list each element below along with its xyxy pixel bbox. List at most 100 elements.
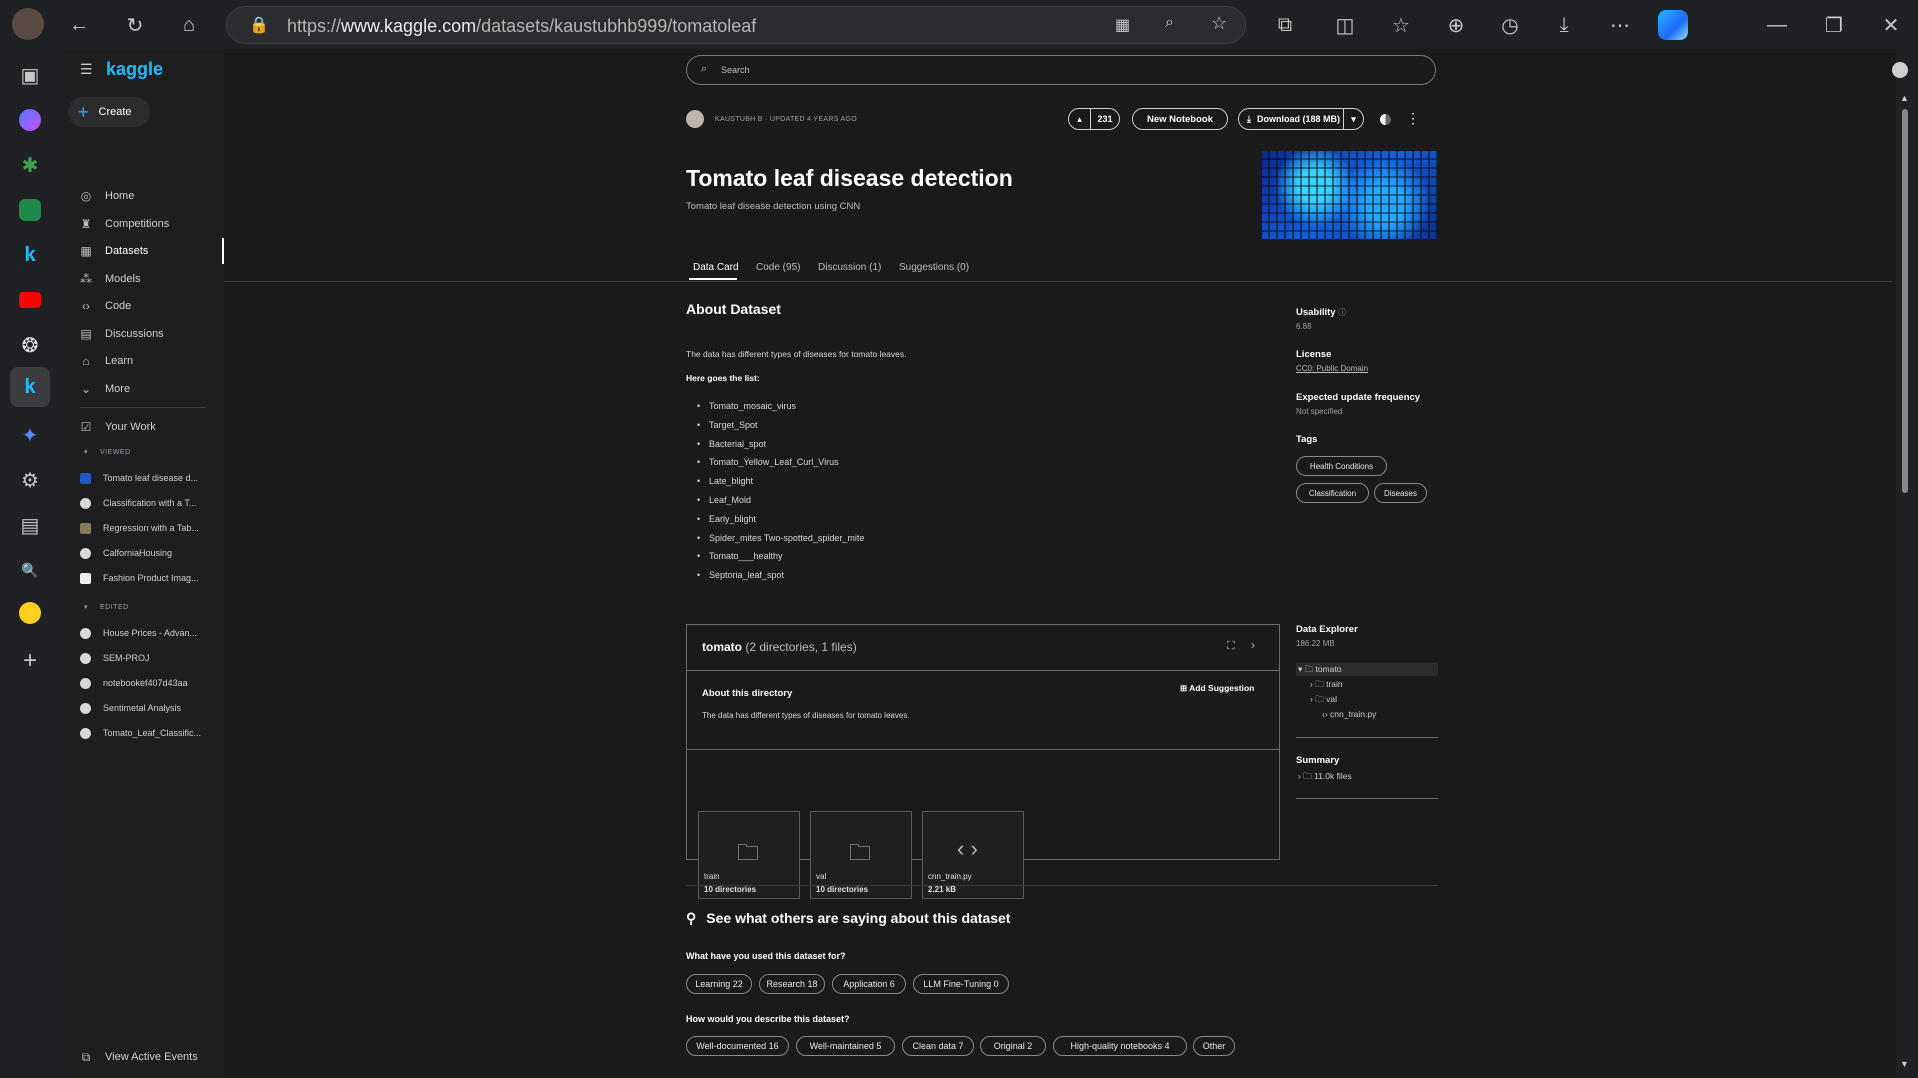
create-button[interactable]: + Create xyxy=(68,97,150,127)
edited-item[interactable]: Sentimetal Analysis xyxy=(64,698,224,718)
tab-code[interactable]: Code (95) xyxy=(756,262,800,273)
scrollbar-thumb[interactable] xyxy=(1902,109,1908,493)
nav-datasets[interactable]: ▦ Datasets xyxy=(64,238,224,264)
tabs-icon[interactable]: ▣ xyxy=(14,59,46,91)
url-text[interactable]: https://www.kaggle.com/datasets/kaustubh… xyxy=(287,16,756,37)
back-icon[interactable]: ← xyxy=(64,10,94,40)
viewed-item[interactable]: Classification with a T... xyxy=(64,493,224,513)
address-bar[interactable]: 🔒 https://www.kaggle.com/datasets/kaustu… xyxy=(226,6,1246,44)
tab-data-card[interactable]: Data Card xyxy=(693,262,739,273)
tree-item[interactable]: › 🗀 val xyxy=(1310,694,1337,708)
extensions-icon[interactable]: ⧉ xyxy=(1270,10,1300,40)
calendar-icon[interactable]: ▤ xyxy=(14,509,46,541)
usage-chip[interactable]: Research 18 xyxy=(759,974,825,994)
app-available-icon[interactable]: ▦ xyxy=(1115,15,1130,35)
nav-home[interactable]: ◎ Home xyxy=(64,183,224,209)
nav-learn[interactable]: ⌂ Learn xyxy=(64,348,224,374)
author-line[interactable]: KAUSTUBH B · UPDATED 4 YEARS AGO xyxy=(715,116,857,123)
describe-chip[interactable]: Other xyxy=(1193,1036,1235,1056)
tree-item[interactable]: › 🗀 train xyxy=(1310,679,1343,693)
kaggle-active-icon[interactable]: k xyxy=(10,367,50,407)
info-icon[interactable]: ⓘ xyxy=(1338,308,1346,317)
summary-files[interactable]: › 🗀 11.0k files xyxy=(1298,771,1352,785)
describe-chip[interactable]: Well-maintained 5 xyxy=(796,1036,895,1056)
minimize-icon[interactable]: — xyxy=(1762,10,1792,40)
new-notebook-button[interactable]: New Notebook xyxy=(1132,108,1228,130)
edited-section-header[interactable]: ▾ EDITED xyxy=(84,603,129,611)
gemini-icon[interactable]: ✦ xyxy=(14,419,46,451)
add-suggestion-button[interactable]: ⊞ Add Suggestion xyxy=(1180,683,1254,694)
describe-chip[interactable]: Clean data 7 xyxy=(902,1036,974,1056)
edited-item[interactable]: Tomato_Leaf_Classific... xyxy=(64,723,224,743)
viewed-section-header[interactable]: ▾ VIEWED xyxy=(84,448,131,456)
viewed-item[interactable]: Regression with a Tab... xyxy=(64,518,224,538)
nav-more[interactable]: ⌄ More xyxy=(64,376,224,402)
collections-icon[interactable]: ⊕ xyxy=(1441,10,1471,40)
more-menu-icon[interactable]: ⋯ xyxy=(1605,10,1635,40)
usage-chip[interactable]: LLM Fine-Tuning 0 xyxy=(913,974,1009,994)
edited-item[interactable]: House Prices - Advan... xyxy=(64,623,224,643)
leaf-app-icon[interactable]: ✱ xyxy=(14,149,46,181)
fullscreen-icon[interactable]: ⛶ xyxy=(1227,640,1235,653)
history-icon[interactable]: ◷ xyxy=(1495,10,1525,40)
viewed-item[interactable]: Fashion Product Imag... xyxy=(64,568,224,588)
tree-item[interactable]: ▾ 🗀 tomato xyxy=(1298,664,1342,678)
kebab-menu-icon[interactable]: ⋮ xyxy=(1406,110,1420,127)
tab-discussion[interactable]: Discussion (1) xyxy=(818,262,881,273)
settings-icon[interactable]: ⚙ xyxy=(14,464,46,496)
usage-chip[interactable]: Learning 22 xyxy=(686,974,752,994)
scrollbar[interactable]: ▲ ▼ xyxy=(1900,93,1910,1073)
describe-chip[interactable]: Well-documented 16 xyxy=(686,1036,789,1056)
youtube-icon[interactable] xyxy=(14,284,46,316)
nav-your-work[interactable]: ☑ Your Work xyxy=(64,414,224,440)
scroll-down-icon[interactable]: ▼ xyxy=(1900,1059,1909,1069)
tag-chip[interactable]: Diseases xyxy=(1374,483,1427,503)
tab-suggestions[interactable]: Suggestions (0) xyxy=(899,262,969,273)
tree-item[interactable]: ‹› cnn_train.py xyxy=(1322,709,1376,719)
lock-icon[interactable]: 🔒 xyxy=(249,15,269,35)
restore-icon[interactable]: ❐ xyxy=(1819,10,1849,40)
zoom-icon[interactable]: ⌕ xyxy=(1165,14,1174,32)
viewed-item[interactable]: Tomato leaf disease d... xyxy=(64,468,224,488)
author-avatar[interactable] xyxy=(686,110,704,128)
search-input[interactable]: ⌕ Search xyxy=(686,55,1436,85)
home-icon[interactable]: ⌂ xyxy=(174,10,204,40)
refresh-icon[interactable]: ↻ xyxy=(120,10,150,40)
nav-discussions[interactable]: ▤ Discussions xyxy=(64,321,224,347)
usage-chip[interactable]: Application 6 xyxy=(832,974,906,994)
favorites-icon[interactable]: ☆ xyxy=(1386,10,1416,40)
describe-chip[interactable]: High-quality notebooks 4 xyxy=(1053,1036,1187,1056)
license-link[interactable]: CC0: Public Domain xyxy=(1296,364,1368,373)
hamburger-icon[interactable]: ☰ xyxy=(80,61,93,78)
huggingface-icon[interactable] xyxy=(14,597,46,629)
scroll-up-icon[interactable]: ▲ xyxy=(1900,93,1909,103)
split-screen-icon[interactable]: ◫ xyxy=(1330,10,1360,40)
view-active-events[interactable]: ⧉ View Active Events xyxy=(64,1044,224,1070)
viewed-item[interactable]: CalforniaHousing xyxy=(64,543,224,563)
describe-chip[interactable]: Original 2 xyxy=(980,1036,1046,1056)
nav-code[interactable]: ‹› Code xyxy=(64,293,224,319)
tag-chip[interactable]: Health Conditions xyxy=(1296,456,1387,476)
theme-toggle-icon[interactable] xyxy=(1380,114,1391,125)
profile-avatar[interactable] xyxy=(12,8,44,40)
search-icon[interactable]: 🔍 xyxy=(14,554,46,586)
nav-models[interactable]: ⁂ Models xyxy=(64,266,224,292)
tag-chip[interactable]: Classification xyxy=(1296,483,1369,503)
kaggle-icon[interactable]: k xyxy=(14,239,46,271)
edited-item[interactable]: notebookef407d43aa xyxy=(64,673,224,693)
chevron-right-icon[interactable]: › xyxy=(1251,638,1255,652)
download-icon[interactable]: ⤓ xyxy=(1549,10,1579,40)
green-app-icon[interactable] xyxy=(14,194,46,226)
favorite-star-icon[interactable]: ☆ xyxy=(1211,13,1227,34)
close-icon[interactable]: ✕ xyxy=(1876,10,1906,40)
messenger-icon[interactable] xyxy=(14,104,46,136)
add-icon[interactable]: + xyxy=(14,645,46,677)
copilot-icon[interactable] xyxy=(1658,10,1688,40)
user-avatar[interactable] xyxy=(1892,62,1908,78)
kaggle-logo[interactable]: kaggle xyxy=(106,59,163,80)
nav-competitions[interactable]: ♜ Competitions xyxy=(64,211,224,237)
download-button[interactable]: ⤓ Download (188 MB) ▾ xyxy=(1238,108,1364,130)
edited-item[interactable]: SEM-PROJ xyxy=(64,648,224,668)
chevron-down-icon[interactable]: ▾ xyxy=(1343,109,1363,129)
upvote-button[interactable]: ▴ 231 xyxy=(1068,108,1120,130)
